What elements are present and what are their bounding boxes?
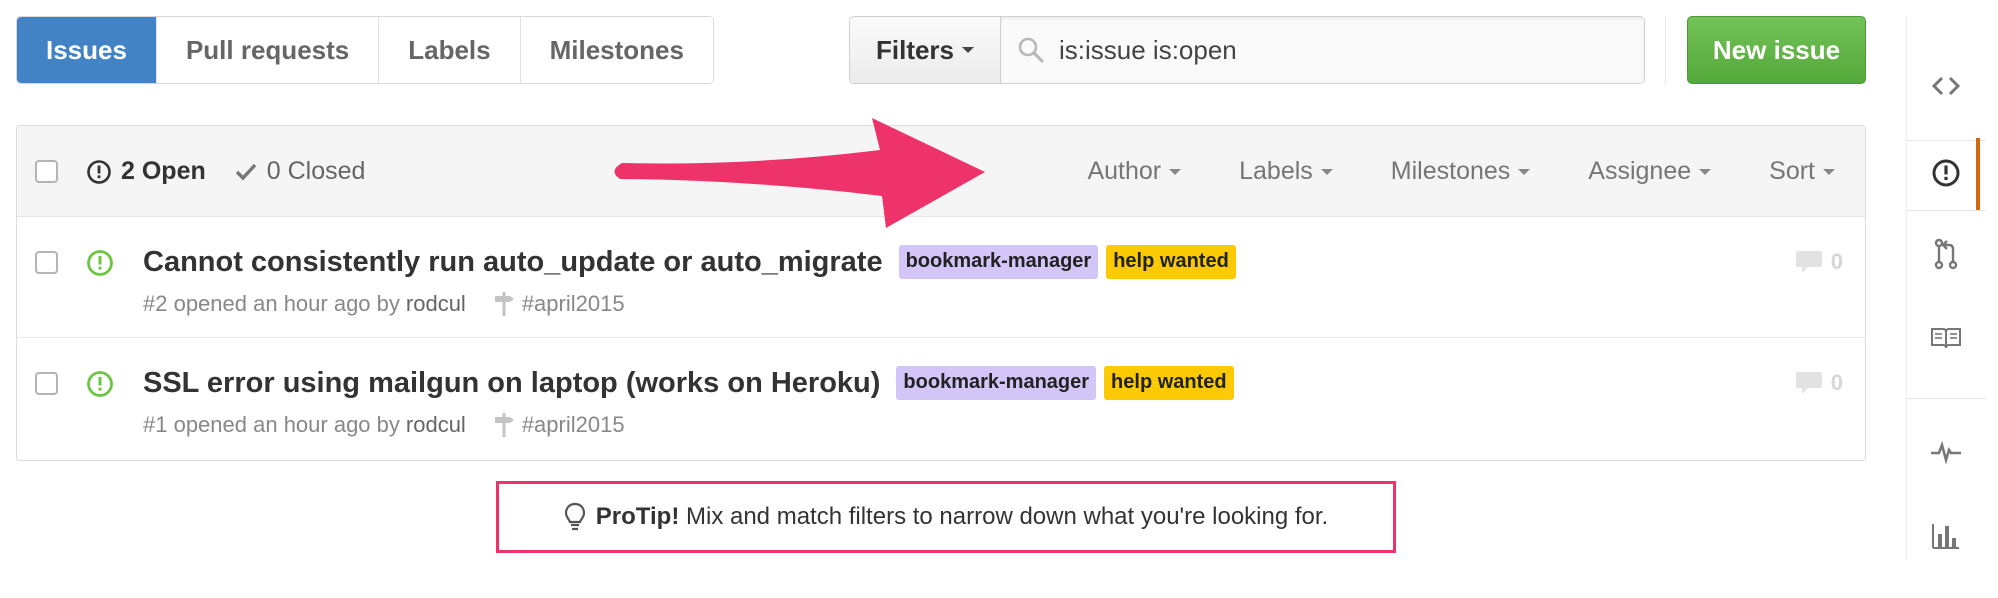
closed-count: 0 Closed [266,157,366,185]
comment-count: 0 [1830,370,1843,395]
filters-button[interactable]: Filters [850,17,1001,83]
tab-milestones[interactable]: Milestones [519,17,713,83]
state-toggle: 2 Open 0 Closed [86,126,365,217]
milestone-label: #april2015 [521,412,625,437]
chevron-down-icon [1518,168,1531,175]
issue-opened-icon [87,250,113,276]
issue-author-link[interactable]: rodcul [406,412,466,438]
toolbar-divider [1665,16,1666,84]
issue-milestone[interactable]: #april2015 [494,291,625,317]
issues-list: 2 Open 0 Closed Author Labels Milestones [16,125,1866,461]
label-bookmark-manager[interactable]: bookmark-manager [896,366,1097,400]
repo-nav-divider [1906,398,1986,399]
labels-filter-label: Labels [1239,157,1313,185]
repo-nav-pull-requests[interactable] [1906,238,1986,270]
assignee-filter-label: Assignee [1588,157,1692,185]
issue-comments[interactable]: 0 [1795,249,1843,275]
issue-opened-icon [87,159,111,184]
repo-nav-code[interactable] [1906,74,1986,98]
tab-issues[interactable]: Issues [17,17,156,83]
search-box [1001,17,1644,83]
author-filter-label: Author [1087,157,1162,185]
label-help-wanted[interactable]: help wanted [1106,245,1236,279]
repo-nav-selected-indicator [1976,138,1980,210]
issue-meta: #1 opened an hour ago by rodcul #april20… [143,412,625,438]
issue-meta-text: #2 opened an hour ago by [143,291,400,316]
milestone-icon [494,413,514,437]
chevron-down-icon [962,47,975,53]
repo-nav-divider [1906,210,1986,211]
protip-callout: ProTip! Mix and match filters to narrow … [496,481,1396,553]
filters-button-label: Filters [875,34,955,65]
open-issues-filter[interactable]: 2 Open [86,157,206,186]
repo-nav-pulse[interactable] [1906,440,1986,464]
pulse-icon [1931,440,1961,464]
issue-title-line: Cannot consistently run auto_update or a… [143,245,1236,279]
code-icon [1931,76,1961,96]
search-input[interactable] [1059,34,1619,66]
issue-checkbox[interactable] [35,251,58,274]
labels-filter[interactable]: Labels [1239,157,1333,186]
issue-checkbox[interactable] [35,372,58,395]
graph-icon [1932,524,1959,549]
chevron-down-icon [1320,168,1333,175]
git-pull-request-icon [1934,238,1958,270]
header-filters: Author Labels Milestones Assignee Sort [1087,126,1835,217]
chevron-down-icon [1169,168,1182,175]
milestones-filter-label: Milestones [1390,157,1511,185]
select-all-checkbox[interactable] [35,160,58,183]
book-icon [1931,328,1961,349]
search-icon [1018,37,1044,63]
sort-filter-label: Sort [1769,157,1815,185]
issue-opened-icon [87,371,113,397]
issue-title-link[interactable]: Cannot consistently run auto_update or a… [143,246,883,279]
issue-comments[interactable]: 0 [1795,370,1843,396]
milestone-label: #april2015 [521,291,625,316]
issue-meta-text: #1 opened an hour ago by [143,412,400,437]
chevron-down-icon [1823,168,1835,175]
repo-nav-divider [1906,140,1986,141]
repo-nav-graphs[interactable] [1906,520,1986,550]
open-count: 2 Open [121,157,206,185]
milestones-filter[interactable]: Milestones [1391,157,1531,186]
new-issue-button[interactable]: New issue [1687,16,1866,84]
issue-title-link[interactable]: SSL error using mailgun on laptop (works… [143,367,880,400]
protip-bold: ProTip! [595,503,680,530]
issue-opened-icon [1932,159,1960,187]
protip-message: Mix and match filters to narrow down wha… [679,503,1329,530]
sort-filter[interactable]: Sort [1769,157,1835,186]
issue-row: SSL error using mailgun on laptop (works… [17,338,1865,460]
label-bookmark-manager[interactable]: bookmark-manager [898,245,1099,279]
check-icon [235,163,256,180]
milestone-icon [494,292,514,316]
issue-author-link[interactable]: rodcul [406,291,466,317]
author-filter[interactable]: Author [1087,157,1182,186]
chevron-down-icon [1699,168,1712,175]
assignee-filter[interactable]: Assignee [1588,157,1712,186]
filters-search-group: Filters [849,16,1645,84]
tab-labels[interactable]: Labels [378,17,520,83]
tab-pull-requests[interactable]: Pull requests [155,17,379,83]
protip-text: ProTip! Mix and match filters to narrow … [596,503,1328,531]
issue-milestone[interactable]: #april2015 [494,412,625,438]
comment-count: 0 [1830,249,1843,274]
comment-icon [1795,251,1822,273]
light-bulb-icon [564,502,585,531]
issues-list-header: 2 Open 0 Closed Author Labels Milestones [17,126,1865,217]
issue-meta: #2 opened an hour ago by rodcul #april20… [143,291,625,317]
repo-nav-wiki[interactable] [1906,326,1986,350]
issues-subnav: Issues Pull requests Labels Milestones [16,16,714,84]
repo-nav-issues[interactable] [1906,158,1986,188]
label-help-wanted[interactable]: help wanted [1104,366,1234,400]
issue-title-line: SSL error using mailgun on laptop (works… [143,366,1234,400]
issue-row: Cannot consistently run auto_update or a… [17,217,1865,338]
comment-icon [1795,372,1822,394]
closed-issues-filter[interactable]: 0 Closed [234,157,366,186]
